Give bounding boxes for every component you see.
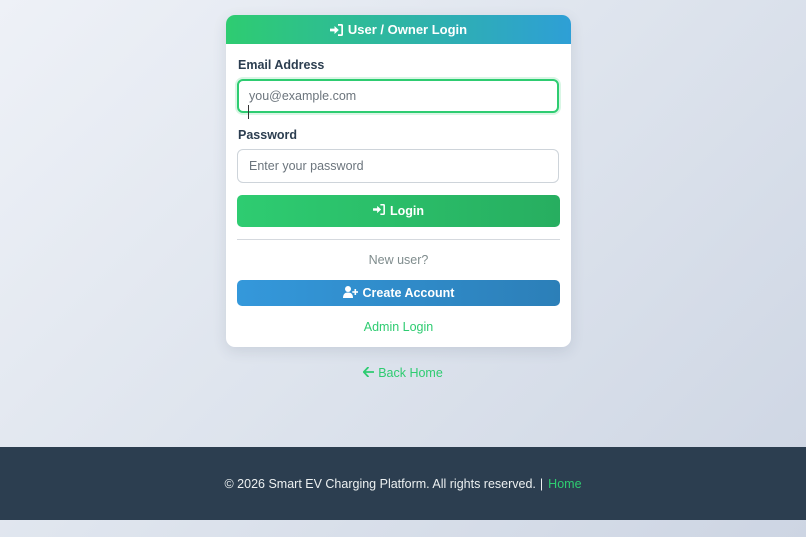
text-caret xyxy=(248,105,249,119)
sign-in-icon xyxy=(373,204,385,218)
footer: © 2026 Smart EV Charging Platform. All r… xyxy=(0,447,806,520)
divider xyxy=(237,239,560,240)
create-account-button[interactable]: Create Account xyxy=(237,280,560,306)
new-user-text: New user? xyxy=(368,253,429,267)
footer-home-link[interactable]: Home xyxy=(548,477,581,491)
sign-in-icon xyxy=(329,23,343,36)
admin-login-link[interactable]: Admin Login xyxy=(226,320,571,334)
login-button[interactable]: Login xyxy=(237,195,560,227)
arrow-left-icon xyxy=(363,366,375,380)
password-field[interactable] xyxy=(237,149,559,183)
create-account-button-label: Create Account xyxy=(362,286,455,300)
user-plus-icon xyxy=(342,285,358,301)
footer-separator: | xyxy=(539,476,544,491)
footer-copyright: © 2026 Smart EV Charging Platform. All r… xyxy=(224,476,536,491)
email-field[interactable] xyxy=(237,79,559,113)
password-label: Password xyxy=(238,128,298,142)
card-title: User / Owner Login xyxy=(347,22,468,37)
email-label: Email Address xyxy=(238,58,325,72)
login-card: User / Owner Login Email Address Passwor… xyxy=(226,15,571,347)
login-button-label: Login xyxy=(389,204,424,218)
card-header: User / Owner Login xyxy=(226,15,571,44)
back-home-label: Back Home xyxy=(378,366,443,380)
back-home-link[interactable]: Back Home xyxy=(0,366,806,380)
